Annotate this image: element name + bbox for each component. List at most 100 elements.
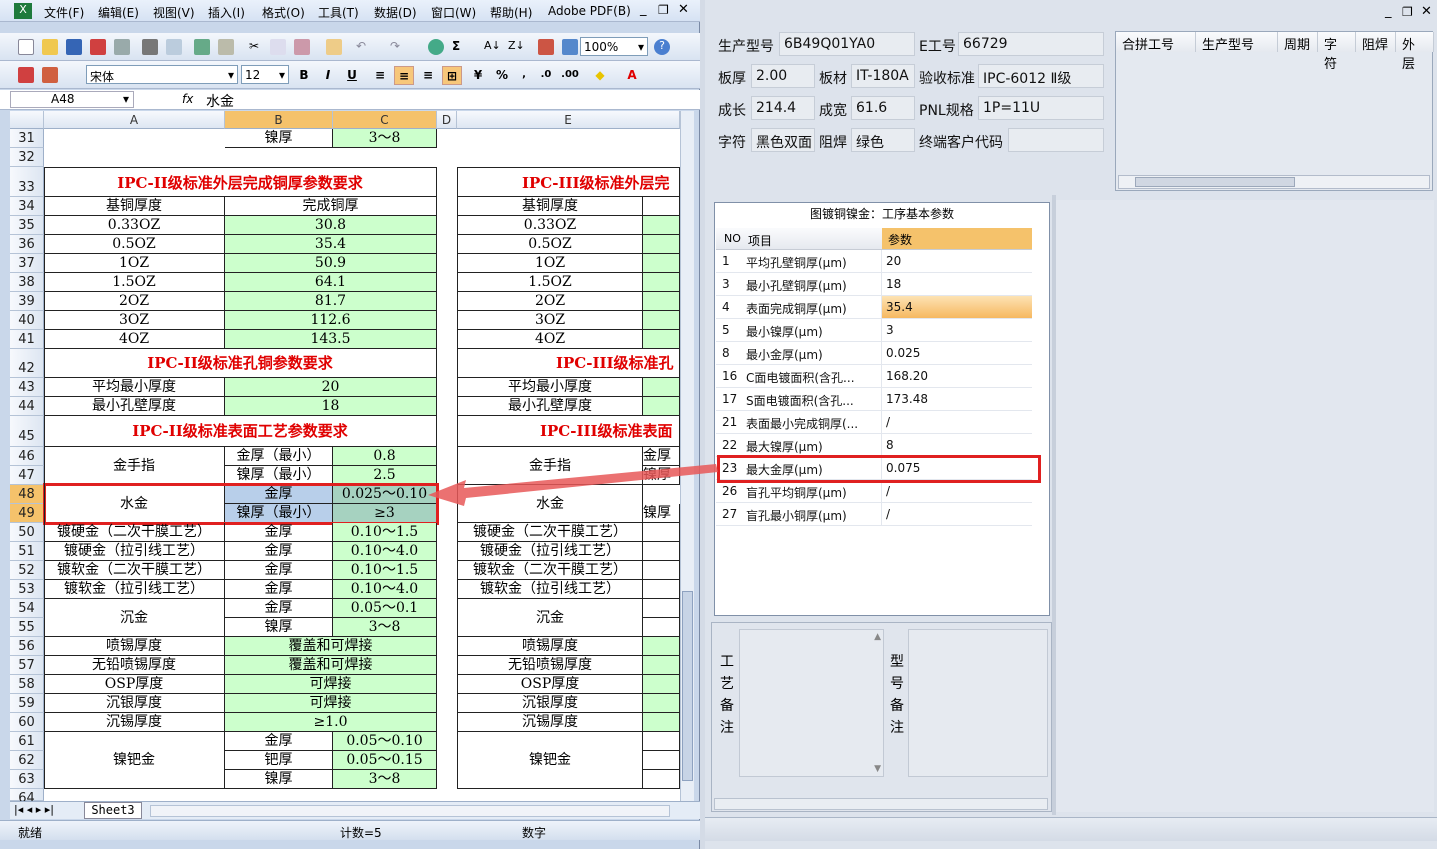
pdf-convert-icon[interactable] — [18, 67, 34, 83]
cell[interactable] — [643, 656, 680, 675]
column-header[interactable]: 字符 — [1318, 32, 1356, 72]
row-header[interactable]: 61 — [10, 732, 44, 751]
section-title[interactable]: IPC-III级标准外层完 — [457, 167, 680, 197]
section-title[interactable]: IPC-II级标准表面工艺参数要求 — [44, 416, 437, 447]
cell[interactable]: 2OZ — [457, 292, 643, 311]
row-header[interactable]: 60 — [10, 713, 44, 732]
section-title[interactable]: IPC-II级标准孔铜参数要求 — [44, 349, 437, 378]
comma-button[interactable]: , — [514, 66, 534, 85]
cell[interactable]: 基铜厚度 — [457, 197, 643, 216]
cell[interactable] — [643, 311, 680, 330]
font-name-select[interactable]: 宋体 ▾ — [86, 65, 238, 84]
restore-icon[interactable]: ❐ — [658, 3, 669, 17]
sheet-nav-icon[interactable]: |◂ ◂ ▸ ▸| — [14, 803, 54, 816]
row-header[interactable]: 39 — [10, 292, 44, 311]
cell[interactable]: 0.10～1.5 — [333, 561, 437, 580]
cell[interactable]: 0.05～0.15 — [333, 751, 437, 770]
cell[interactable] — [643, 378, 680, 397]
row-header[interactable]: 52 — [10, 561, 44, 580]
copy-icon[interactable] — [270, 39, 286, 55]
row-header[interactable]: 49 — [10, 504, 44, 523]
row-header[interactable]: 36 — [10, 235, 44, 254]
cell[interactable]: 沉锡厚度 — [44, 713, 225, 732]
column-header-d[interactable]: D — [437, 111, 457, 129]
cell[interactable]: 4OZ — [44, 330, 225, 349]
cell[interactable]: 0.05～0.10 — [333, 732, 437, 751]
cell[interactable]: 最小孔壁厚度 — [44, 397, 225, 416]
cell[interactable] — [643, 694, 680, 713]
cell[interactable] — [643, 637, 680, 656]
cell[interactable]: 最小孔壁厚度 — [457, 397, 643, 416]
cell[interactable]: 镍厚 — [225, 129, 333, 148]
cell[interactable]: 4OZ — [457, 330, 643, 349]
material-field[interactable]: IT-180A — [851, 64, 915, 88]
font-color-icon[interactable]: A — [622, 66, 642, 85]
column-header-b[interactable]: B — [225, 111, 333, 129]
format-painter-icon[interactable] — [326, 39, 342, 55]
horizontal-scrollbar[interactable] — [150, 805, 670, 817]
new-icon[interactable] — [18, 39, 34, 55]
param-row[interactable]: 17 S面电镀面积(含孔... 173.48 — [716, 388, 1032, 411]
row-header[interactable]: 50 — [10, 523, 44, 542]
cell[interactable] — [643, 397, 680, 416]
param-row[interactable]: 5 最小镍厚(μm) 3 — [716, 319, 1032, 342]
cell[interactable]: 镀硬金（二次干膜工艺） — [457, 523, 643, 542]
fill-color-icon[interactable]: ◆ — [590, 66, 610, 85]
column-header-e[interactable]: E — [457, 111, 680, 129]
select-all-corner[interactable] — [10, 111, 44, 129]
soldermask-field[interactable]: 绿色 — [851, 128, 915, 152]
print-preview-icon[interactable] — [166, 39, 182, 55]
cell[interactable]: 112.6 — [225, 311, 437, 330]
menu-help[interactable]: 帮助(H) — [490, 4, 532, 21]
cut-icon[interactable]: ✂ — [246, 39, 262, 55]
width-field[interactable]: 61.6 — [851, 96, 915, 120]
currency-button[interactable]: ¥ — [468, 66, 488, 85]
cell[interactable] — [643, 330, 680, 349]
cell[interactable] — [643, 770, 680, 789]
sort-descending-icon[interactable]: Z↓ — [508, 39, 525, 55]
sort-ascending-icon[interactable]: A↓ — [484, 39, 501, 55]
cell[interactable]: 镀硬金（二次干膜工艺） — [44, 523, 225, 542]
cell[interactable] — [643, 580, 680, 599]
column-header[interactable]: NO — [724, 232, 741, 245]
print-icon[interactable] — [142, 39, 158, 55]
cell[interactable]: 镀软金（拉引线工艺） — [44, 580, 225, 599]
splitter[interactable] — [1052, 195, 1056, 815]
customer-code-field[interactable] — [1008, 128, 1104, 152]
research-icon[interactable] — [218, 39, 234, 55]
cell[interactable]: 喷锡厚度 — [457, 637, 643, 656]
cell[interactable]: 3～8 — [333, 618, 437, 637]
column-header[interactable]: 项目 — [748, 232, 772, 249]
menu-data[interactable]: 数据(D) — [374, 4, 417, 21]
cell[interactable]: 50.9 — [225, 254, 437, 273]
column-header[interactable]: 外层 — [1396, 32, 1434, 72]
param-row[interactable]: 3 最小孔壁铜厚(μm) 18 — [716, 273, 1032, 296]
cell[interactable]: 喷锡厚度 — [44, 637, 225, 656]
cell[interactable]: 金厚（最小） — [225, 447, 333, 466]
cell[interactable]: 镍厚 — [225, 618, 333, 637]
row-header[interactable]: 45 — [10, 416, 44, 447]
cell[interactable]: 143.5 — [225, 330, 437, 349]
cell[interactable]: 沉金 — [457, 599, 643, 637]
cell[interactable]: 2OZ — [44, 292, 225, 311]
menu-edit[interactable]: 编辑(E) — [98, 4, 139, 21]
cell[interactable]: 3OZ — [457, 311, 643, 330]
underline-button[interactable]: U — [342, 66, 362, 85]
row-header[interactable]: 56 — [10, 637, 44, 656]
row-header[interactable]: 55 — [10, 618, 44, 637]
row-header[interactable]: 35 — [10, 216, 44, 235]
menu-adobe-pdf[interactable]: Adobe PDF(B) — [548, 4, 631, 18]
cell[interactable]: 金厚 — [225, 561, 333, 580]
cell[interactable] — [643, 599, 680, 618]
row-header[interactable]: 58 — [10, 675, 44, 694]
cell[interactable]: 81.7 — [225, 292, 437, 311]
cell[interactable]: 1.5OZ — [44, 273, 225, 292]
cell[interactable]: 基铜厚度 — [44, 197, 225, 216]
permission-icon[interactable] — [114, 39, 130, 55]
cell[interactable]: 0.10～4.0 — [333, 542, 437, 561]
row-header[interactable]: 54 — [10, 599, 44, 618]
cell[interactable]: 金厚 — [225, 580, 333, 599]
excel-icon[interactable]: X — [14, 3, 32, 19]
cell[interactable]: 镀软金（拉引线工艺） — [457, 580, 643, 599]
row-header[interactable]: 34 — [10, 197, 44, 216]
